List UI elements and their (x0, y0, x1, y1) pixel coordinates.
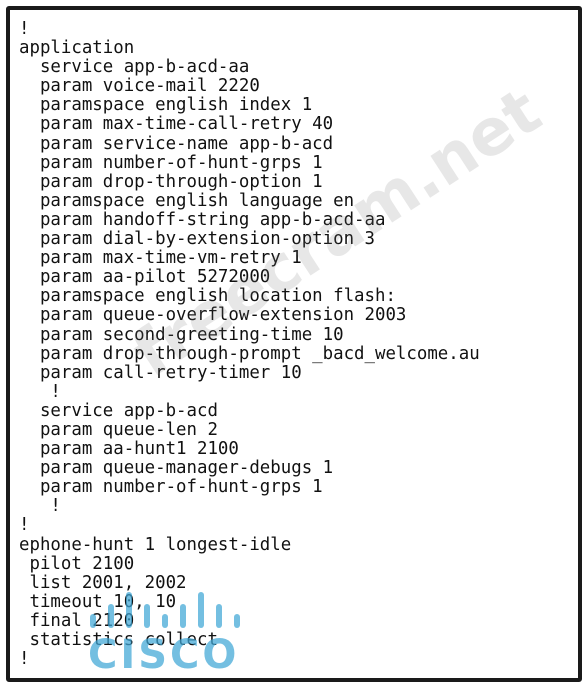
config-line: paramspace english index 1 (19, 95, 313, 116)
config-line: param drop-through-prompt _bacd_welcome.… (19, 343, 480, 364)
config-line: paramspace english language en (19, 190, 355, 211)
config-line: param number-of-hunt-grps 1 (19, 152, 323, 173)
config-line: param queue-overflow-extension 2003 (19, 305, 407, 326)
config-line: final 2120 (19, 610, 135, 631)
config-line: ! (19, 19, 30, 39)
config-line: service app-b-acd-aa (19, 57, 250, 78)
config-line: param max-time-vm-retry 1 (19, 248, 302, 269)
config-line: ! (19, 649, 30, 670)
config-line: ! (19, 496, 61, 517)
config-line: param max-time-call-retry 40 (19, 114, 334, 135)
config-text: ! application service app-b-acd-aa param … (19, 19, 480, 670)
config-line: param voice-mail 2220 (19, 76, 260, 97)
config-line: param handoff-string app-b-acd-aa (19, 209, 386, 230)
config-line: ! (19, 381, 61, 402)
config-panel: ! application service app-b-acd-aa param … (6, 6, 582, 682)
config-line: param queue-len 2 (19, 419, 218, 440)
config-line: ephone-hunt 1 longest-idle (19, 534, 292, 555)
config-line: application (19, 38, 135, 59)
config-line: list 2001, 2002 (19, 572, 187, 593)
config-line: param queue-manager-debugs 1 (19, 458, 334, 479)
config-line: param drop-through-option 1 (19, 171, 323, 192)
config-line: param dial-by-extension-option 3 (19, 229, 375, 250)
config-line: paramspace english location flash: (19, 286, 396, 307)
config-line: param aa-hunt1 2100 (19, 439, 239, 460)
config-line: timeout 10, 10 (19, 591, 177, 612)
config-line: param aa-pilot 5272000 (19, 267, 271, 288)
config-line: service app-b-acd (19, 400, 218, 421)
config-line: param second-greeting-time 10 (19, 324, 344, 345)
config-line: pilot 2100 (19, 553, 135, 574)
config-line: ! (19, 515, 30, 536)
config-line: param call-retry-timer 10 (19, 362, 302, 383)
config-line: param number-of-hunt-grps 1 (19, 477, 323, 498)
config-line: statistics collect (19, 630, 218, 650)
config-line: param service-name app-b-acd (19, 133, 334, 154)
